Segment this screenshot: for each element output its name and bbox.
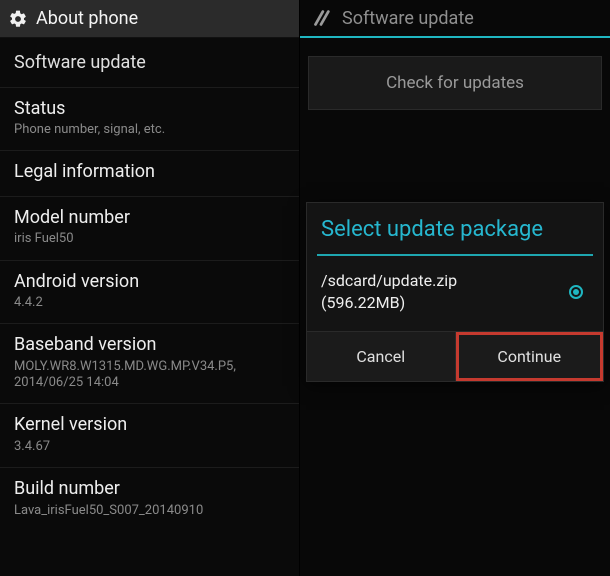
row-sub: 3.4.67 <box>14 439 285 455</box>
row-sub: Phone number, signal, etc. <box>14 122 285 138</box>
row-label: Status <box>14 98 285 121</box>
dialog-body[interactable]: /sdcard/update.zip (596.22MB) <box>307 260 603 331</box>
row-label: Baseband version <box>14 334 285 357</box>
row-sub: 4.4.2 <box>14 295 285 311</box>
about-phone-title: About phone <box>36 8 138 29</box>
software-update-header: Software update <box>300 0 610 38</box>
package-info: /sdcard/update.zip (596.22MB) <box>321 270 457 313</box>
package-size: (596.22MB) <box>321 292 457 314</box>
row-label: Android version <box>14 271 285 294</box>
row-build-number[interactable]: Build number Lava_irisFuel50_S007_201409… <box>0 468 299 531</box>
about-phone-header: About phone <box>0 0 299 38</box>
cancel-button[interactable]: Cancel <box>307 332 456 381</box>
about-phone-list: Software update Status Phone number, sig… <box>0 38 299 576</box>
package-radio-selected[interactable] <box>569 285 583 299</box>
select-update-package-dialog: Select update package /sdcard/update.zip… <box>306 202 604 382</box>
dialog-button-row: Cancel Continue <box>307 331 603 381</box>
row-label: Model number <box>14 207 285 230</box>
row-status[interactable]: Status Phone number, signal, etc. <box>0 88 299 152</box>
row-sub: Lava_irisFuel50_S007_20140910 <box>14 503 285 519</box>
row-label: Build number <box>14 478 285 501</box>
row-legal-information[interactable]: Legal information <box>0 151 299 197</box>
dialog-divider <box>317 254 593 256</box>
check-for-updates-label: Check for updates <box>386 73 524 93</box>
row-label: Software update <box>14 52 285 75</box>
row-android-version[interactable]: Android version 4.4.2 <box>0 261 299 325</box>
row-baseband-version[interactable]: Baseband version MOLY.WR8.W1315.MD.WG.MP… <box>0 324 299 404</box>
software-update-title: Software update <box>342 8 474 29</box>
gear-icon <box>8 9 28 29</box>
row-kernel-version[interactable]: Kernel version 3.4.67 <box>0 404 299 468</box>
row-software-update[interactable]: Software update <box>0 42 299 88</box>
row-model-number[interactable]: Model number iris Fuel50 <box>0 197 299 261</box>
about-phone-panel: About phone Software update Status Phone… <box>0 0 300 576</box>
row-sub: MOLY.WR8.W1315.MD.WG.MP.V34.P5, 2014/06/… <box>14 359 285 392</box>
cancel-label: Cancel <box>356 347 405 366</box>
package-path: /sdcard/update.zip <box>321 270 457 292</box>
software-update-panel: Software update Check for updates Select… <box>300 0 610 576</box>
row-sub: iris Fuel50 <box>14 231 285 247</box>
continue-label: Continue <box>497 347 561 366</box>
check-for-updates-button[interactable]: Check for updates <box>308 56 602 110</box>
row-label: Kernel version <box>14 414 285 437</box>
edit-icon <box>310 7 332 29</box>
row-label: Legal information <box>14 161 285 184</box>
continue-button[interactable]: Continue <box>456 332 604 381</box>
dialog-title: Select update package <box>307 203 603 254</box>
